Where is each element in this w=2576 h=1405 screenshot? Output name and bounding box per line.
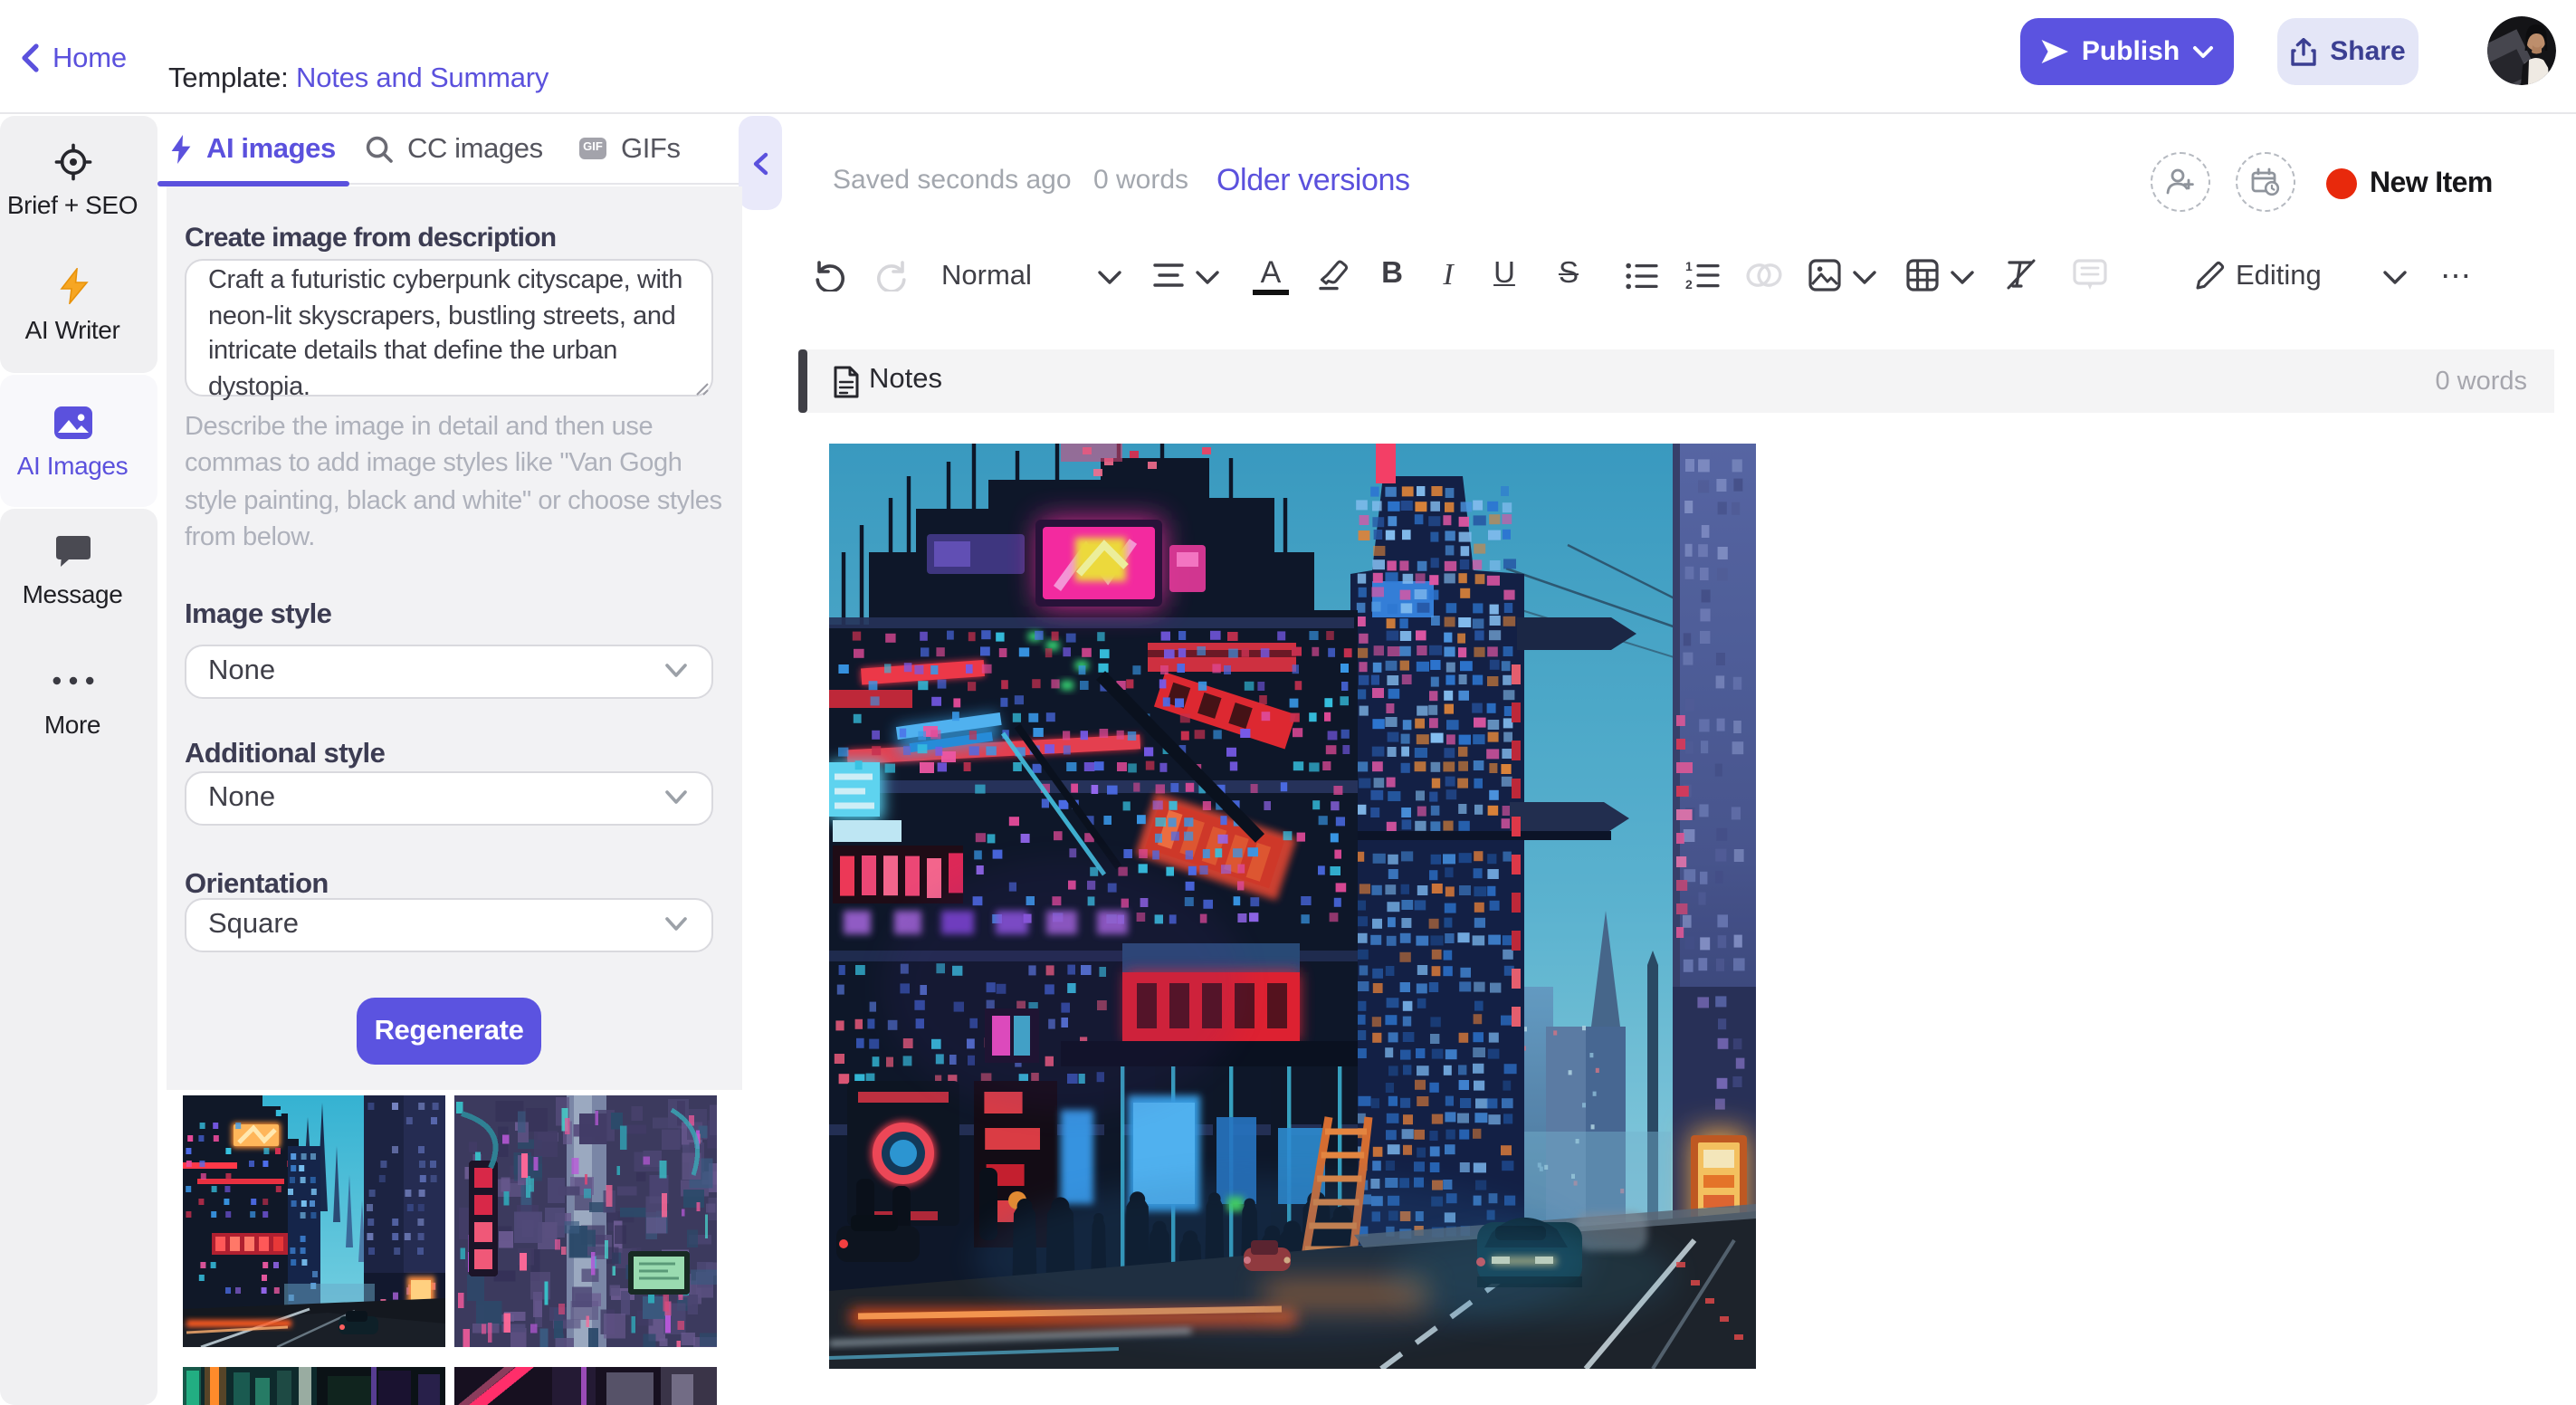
svg-text:1: 1 xyxy=(1685,261,1693,273)
svg-text:2: 2 xyxy=(1685,277,1693,292)
